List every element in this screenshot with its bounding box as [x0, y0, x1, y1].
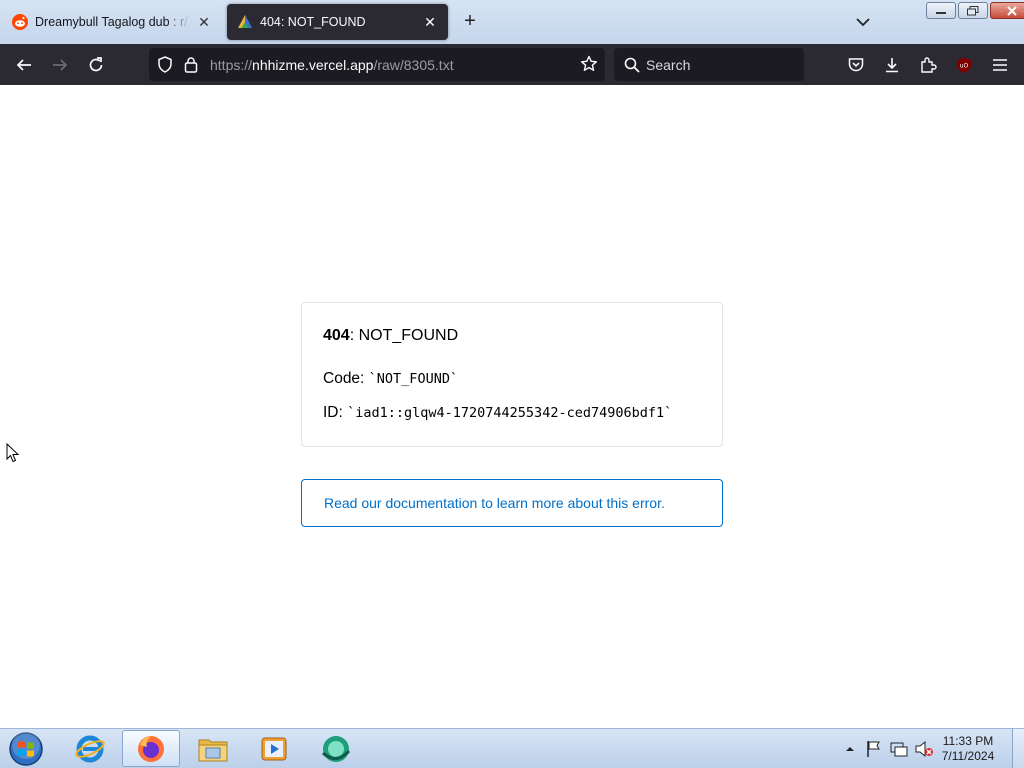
- clock-date: 7/11/2024: [941, 749, 995, 763]
- bookmark-star-icon[interactable]: [580, 55, 598, 73]
- extensions-icon[interactable]: [915, 52, 941, 78]
- network-icon[interactable]: [890, 740, 908, 758]
- taskbar-app[interactable]: [307, 730, 365, 767]
- code-label: Code:: [323, 370, 369, 387]
- minimize-icon[interactable]: [926, 2, 956, 19]
- ublock-icon[interactable]: uO: [951, 52, 977, 78]
- taskbar-file-explorer[interactable]: [184, 730, 242, 767]
- restore-icon[interactable]: [958, 2, 988, 19]
- action-center-flag-icon[interactable]: [866, 740, 882, 758]
- url-text[interactable]: https://nhhizme.vercel.app/raw/8305.txt: [210, 57, 454, 73]
- vercel-favicon-icon: [238, 15, 252, 28]
- close-window-icon[interactable]: [990, 2, 1024, 19]
- menu-icon[interactable]: [987, 52, 1013, 78]
- error-code-row: Code: `NOT_FOUND`: [323, 370, 458, 388]
- taskbar: 11:33 PM 7/11/2024: [0, 728, 1024, 768]
- navigation-toolbar: https://nhhizme.vercel.app/raw/8305.txt …: [0, 44, 1024, 85]
- taskbar-firefox[interactable]: [122, 730, 180, 767]
- tab-close-icon[interactable]: ✕: [196, 14, 212, 31]
- taskbar-internet-explorer[interactable]: [61, 730, 119, 767]
- taskbar-clock[interactable]: 11:33 PM 7/11/2024: [936, 734, 1000, 764]
- tab-404[interactable]: 404: NOT_FOUND ✕: [227, 4, 448, 40]
- url-path: /raw/8305.txt: [373, 57, 454, 73]
- error-id-row: ID: `iad1::glqw4-1720744255342-ced74906b…: [323, 404, 672, 422]
- firefox-icon: [138, 735, 164, 762]
- chevron-down-icon[interactable]: [852, 12, 874, 32]
- reddit-icon: [12, 14, 28, 30]
- pocket-icon[interactable]: [843, 52, 869, 78]
- clock-time: 11:33 PM: [942, 734, 994, 748]
- search-icon: [624, 57, 640, 73]
- show-desktop-button[interactable]: [1012, 729, 1024, 768]
- page-content: 404: NOT_FOUND Code: `NOT_FOUND` ID: `ia…: [0, 85, 1024, 728]
- back-icon[interactable]: [11, 52, 37, 78]
- file-explorer-icon: [198, 739, 228, 761]
- internet-explorer-icon: [75, 735, 105, 762]
- error-card: 404: NOT_FOUND Code: `NOT_FOUND` ID: `ia…: [301, 302, 723, 447]
- id-value: `iad1::glqw4-1720744255342-ced74906bdf1`: [347, 405, 673, 421]
- error-heading: 404: NOT_FOUND: [323, 327, 458, 345]
- tab-title: 404: NOT_FOUND: [260, 15, 366, 29]
- start-button-icon[interactable]: [6, 731, 46, 767]
- svg-text:uO: uO: [960, 63, 969, 70]
- forward-icon[interactable]: [47, 52, 73, 78]
- url-scheme: https://: [210, 57, 253, 73]
- url-host: nhhizme.vercel.app: [252, 57, 374, 73]
- tab-reddit[interactable]: Dreamybull Tagalog dub : r/Tha ✕: [2, 4, 222, 40]
- volume-muted-icon[interactable]: [914, 740, 934, 758]
- search-placeholder: Search: [646, 57, 691, 73]
- documentation-link[interactable]: Read our documentation to learn more abo…: [301, 479, 723, 527]
- code-value: `NOT_FOUND`: [368, 371, 459, 387]
- tab-close-icon[interactable]: ✕: [422, 14, 438, 31]
- window-controls: [924, 2, 1024, 20]
- lock-icon[interactable]: [184, 56, 198, 73]
- id-label: ID:: [323, 404, 348, 421]
- taskbar-media-player[interactable]: [245, 730, 303, 767]
- search-bar[interactable]: Search: [614, 48, 804, 81]
- media-player-icon: [261, 737, 287, 760]
- tab-title: Dreamybull Tagalog dub : r/Tha: [35, 15, 190, 29]
- error-code: 404: [323, 327, 350, 344]
- shield-icon[interactable]: [157, 56, 173, 73]
- downloads-icon[interactable]: [879, 52, 905, 78]
- address-bar[interactable]: https://nhhizme.vercel.app/raw/8305.txt: [149, 48, 605, 81]
- tab-strip: Dreamybull Tagalog dub : r/Tha ✕ 404: NO…: [0, 0, 1024, 44]
- error-name: : NOT_FOUND: [349, 327, 459, 344]
- mouse-cursor-icon: [6, 443, 20, 463]
- app-icon: [321, 735, 351, 762]
- new-tab-icon[interactable]: +: [458, 10, 482, 34]
- tray-expand-icon[interactable]: [845, 744, 855, 754]
- reload-icon[interactable]: [83, 52, 109, 78]
